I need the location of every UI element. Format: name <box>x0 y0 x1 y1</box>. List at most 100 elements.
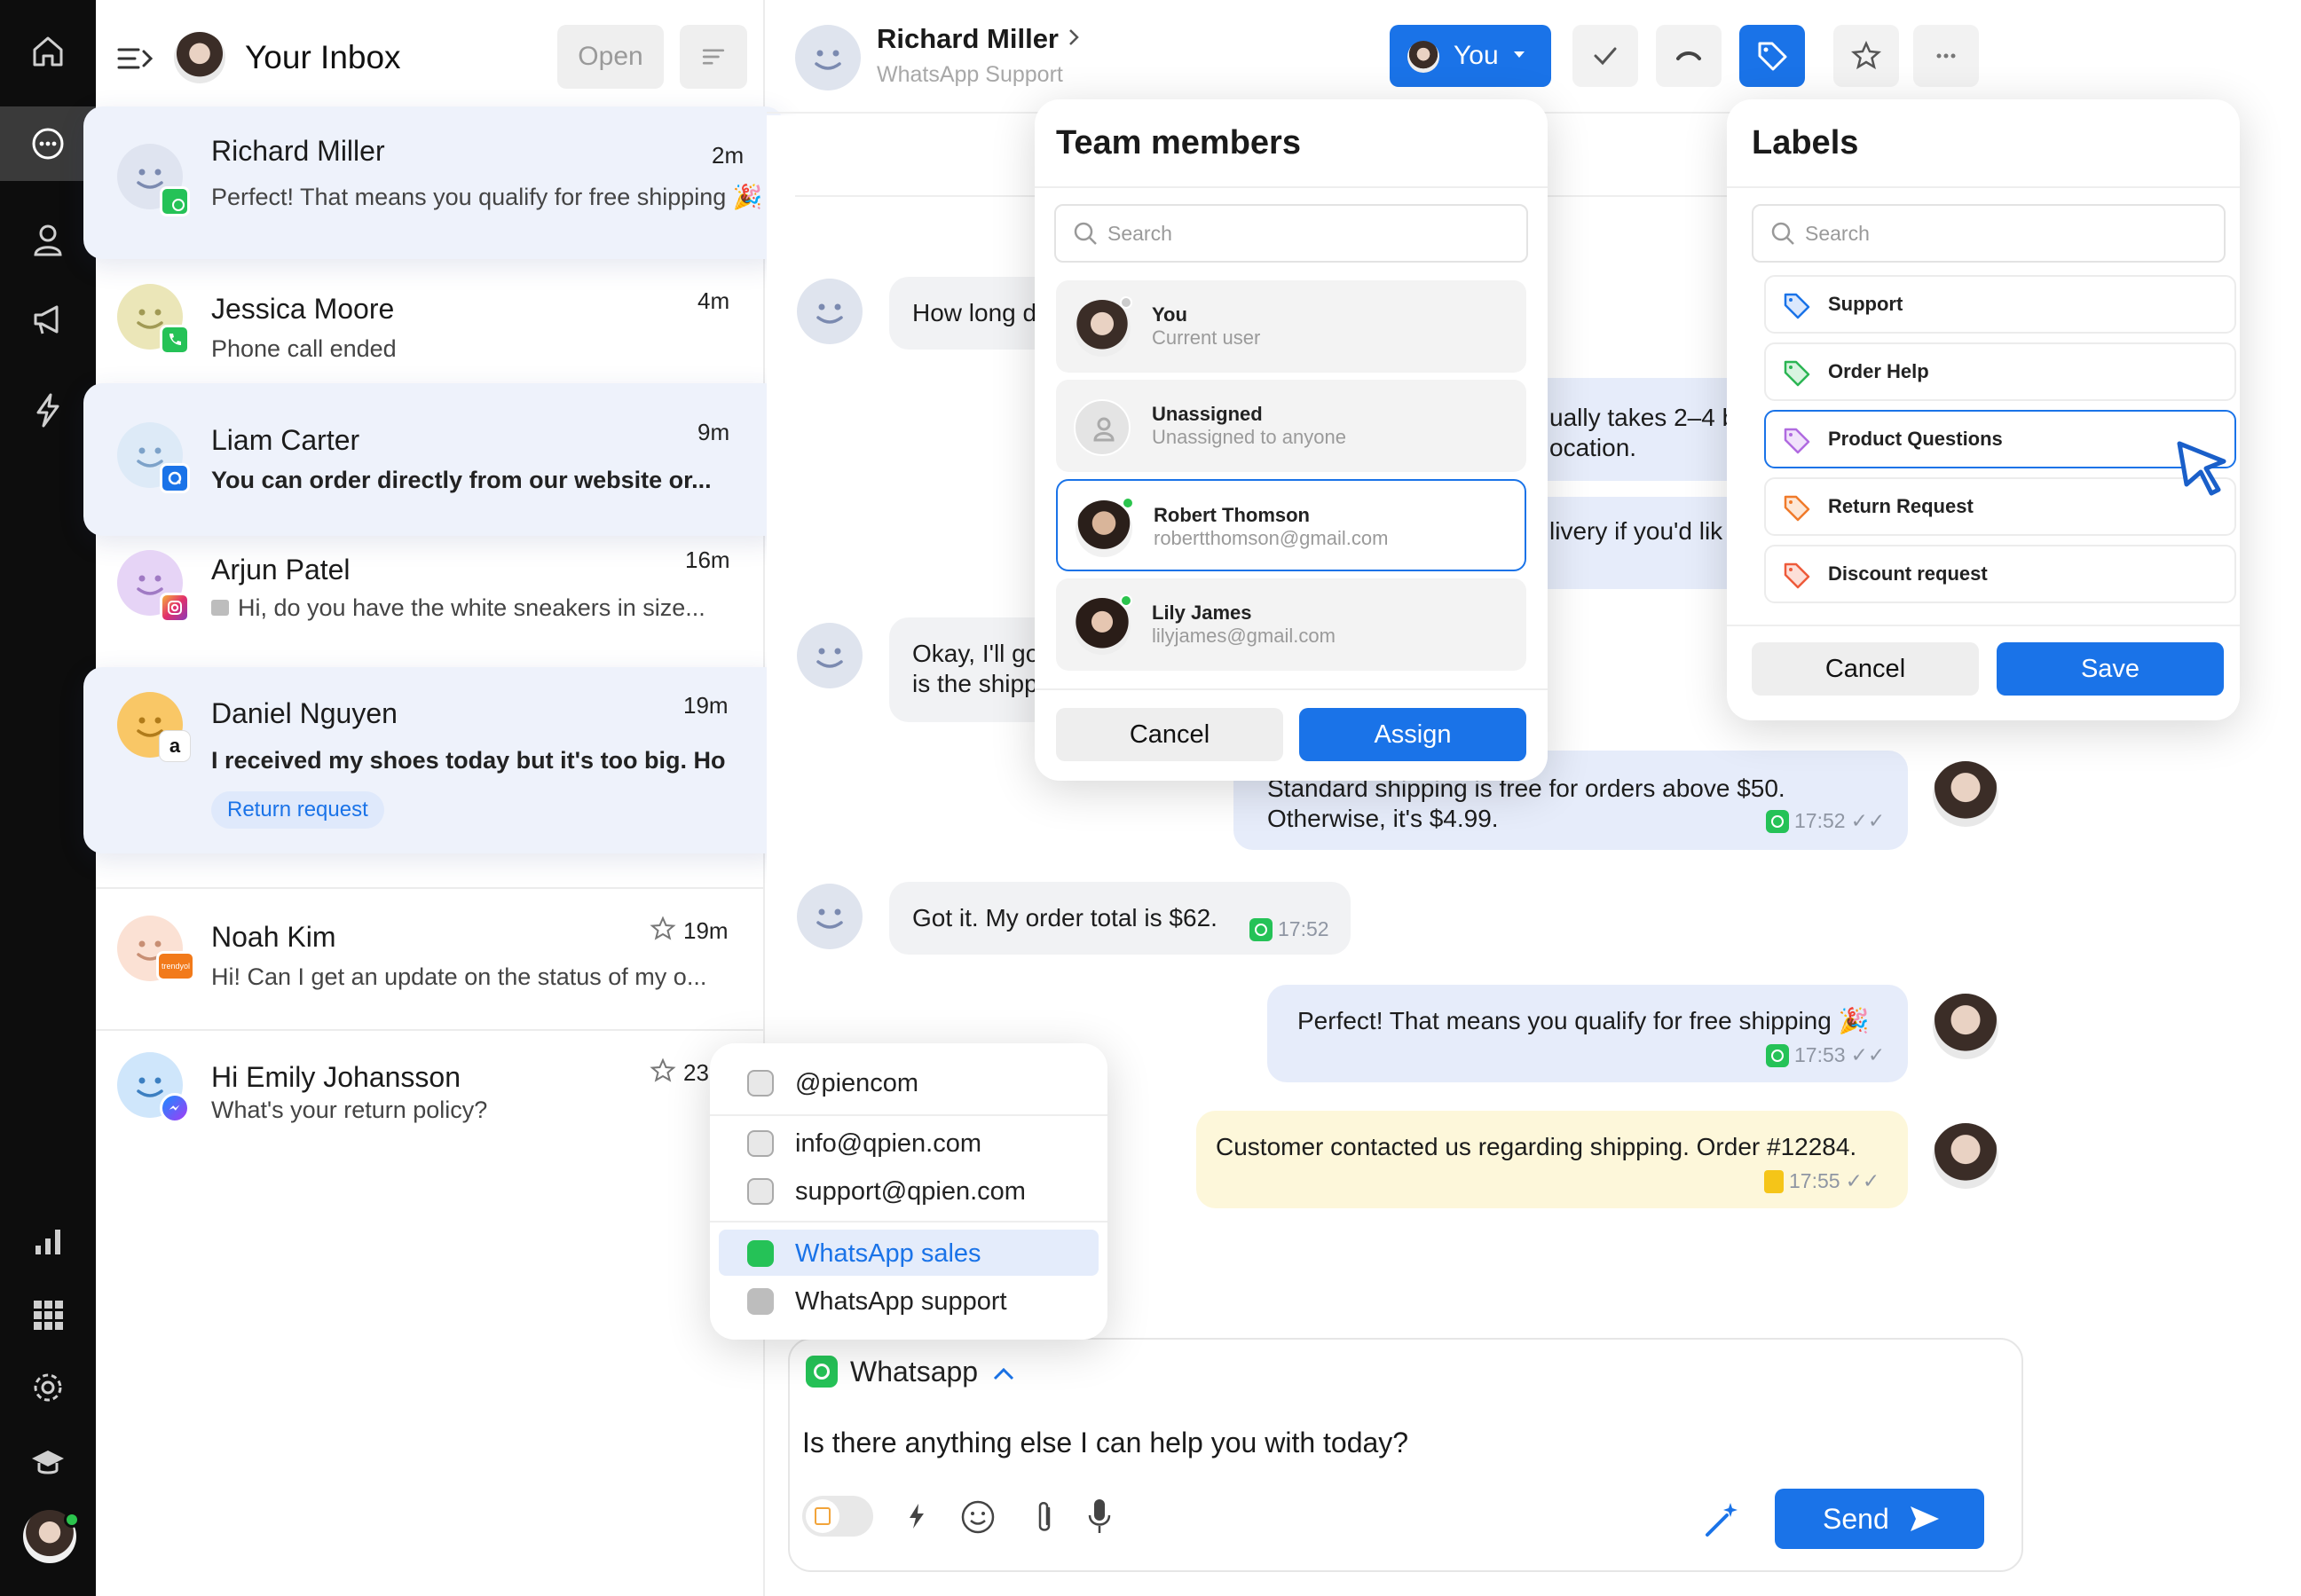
popup-title: Labels <box>1752 124 1859 161</box>
message-meta: 17:55 ✓✓ <box>1764 1169 1879 1193</box>
label-option-product-questions[interactable]: Product Questions <box>1764 410 2236 468</box>
message-bubble-agent: Perfect! That means you qualify for free… <box>1267 985 1908 1082</box>
member-option[interactable]: Lily James lilyjames@gmail.com <box>1056 578 1526 671</box>
member-avatar <box>1074 598 1131 655</box>
online-status-dot <box>1122 497 1134 509</box>
composer-text-input[interactable]: Is there anything else I can help you wi… <box>802 1427 1408 1459</box>
divider <box>1727 625 2240 626</box>
member-option[interactable]: You Current user <box>1056 280 1526 373</box>
automation-bolt-icon[interactable] <box>0 373 96 447</box>
note-icon <box>815 1507 831 1525</box>
sort-button[interactable] <box>680 25 747 89</box>
internal-note-bubble: Customer contacted us regarding shipping… <box>1196 1111 1908 1208</box>
contact-name: Arjun Patel <box>211 554 351 586</box>
channel-option-email[interactable]: info@qpien.com <box>726 1121 1099 1166</box>
home-icon[interactable] <box>0 14 96 89</box>
save-button[interactable]: Save <box>1997 642 2224 696</box>
more-options-button[interactable] <box>1913 25 1979 87</box>
contacts-icon[interactable] <box>0 202 96 277</box>
whatsapp-icon <box>747 1288 774 1315</box>
contact-avatar <box>795 25 861 90</box>
send-button[interactable]: Send <box>1775 1489 1984 1549</box>
message-meta: 17:53 ✓✓ <box>1766 1043 1885 1067</box>
member-name: Robert Thomson <box>1154 504 1310 526</box>
channel-option-instagram[interactable]: @piencom <box>726 1061 1099 1105</box>
divider <box>96 887 765 889</box>
channel-option-whatsapp-sales[interactable]: WhatsApp sales <box>726 1231 1099 1276</box>
chevron-right-icon[interactable] <box>1063 27 1084 48</box>
tag-icon <box>1784 562 1810 589</box>
message-bubble-agent: ually takes 2–4 b ocation. <box>1526 378 1748 481</box>
last-message-preview: You can order directly from our website … <box>211 467 712 493</box>
conversation-item-liam-carter[interactable] <box>83 383 784 536</box>
channel-subtitle: WhatsApp Support <box>877 62 1063 87</box>
livechat-icon <box>160 463 190 493</box>
ai-magic-wand-icon[interactable] <box>1700 1498 1745 1542</box>
label-option-order-help[interactable]: Order Help <box>1764 342 2236 401</box>
megaphone-icon[interactable] <box>0 282 96 357</box>
composer-channel-selector[interactable]: Whatsapp <box>850 1356 978 1388</box>
inbox-chat-icon[interactable] <box>0 106 96 181</box>
star-icon[interactable] <box>650 1057 676 1084</box>
member-option[interactable]: Unassigned Unassigned to anyone <box>1056 380 1526 472</box>
status-filter-button[interactable]: Open <box>557 25 664 89</box>
mouse-cursor-icon <box>2176 440 2229 497</box>
microphone-icon[interactable] <box>1084 1496 1115 1537</box>
star-icon[interactable] <box>650 916 676 942</box>
search-icon <box>1072 220 1099 247</box>
contact-name: Hi Emily Johansson <box>211 1061 461 1093</box>
attachment-icon[interactable] <box>1029 1498 1060 1537</box>
message-bubble-customer: Okay, I'll go is the shipp <box>889 617 1058 722</box>
conversation-tag[interactable]: Return request <box>211 791 384 829</box>
labels-button[interactable] <box>1739 25 1805 87</box>
member-avatar <box>1074 300 1131 357</box>
chevron-up-icon[interactable] <box>990 1363 1017 1384</box>
apps-grid-icon[interactable] <box>0 1278 96 1352</box>
settings-gear-icon[interactable] <box>0 1350 96 1425</box>
cancel-button[interactable]: Cancel <box>1056 708 1283 761</box>
email-icon <box>747 1178 774 1205</box>
search-icon <box>1769 220 1796 247</box>
label-option-support[interactable]: Support <box>1764 275 2236 334</box>
academy-cap-icon[interactable] <box>0 1425 96 1499</box>
agent-avatar <box>1933 1123 1998 1189</box>
trendyol-icon: trendyol <box>156 951 195 981</box>
popup-title: Team members <box>1056 124 1301 161</box>
contact-name-heading[interactable]: Richard Miller <box>877 23 1059 55</box>
member-subtitle: Current user <box>1152 326 1261 349</box>
divider <box>1035 186 1548 188</box>
favorite-button[interactable] <box>1833 25 1899 87</box>
note-icon <box>1764 1169 1784 1193</box>
nav-rail <box>0 0 96 1596</box>
last-message-preview: Perfect! That means you qualify for free… <box>211 184 761 210</box>
collapse-menu-icon[interactable] <box>115 39 154 78</box>
assign-button[interactable]: Assign <box>1299 708 1526 761</box>
emoji-icon[interactable] <box>960 1499 996 1535</box>
whatsapp-icon <box>747 1240 774 1267</box>
note-toggle[interactable] <box>802 1496 873 1537</box>
contact-name: Daniel Nguyen <box>211 697 398 729</box>
assignee-button[interactable]: You <box>1390 25 1551 87</box>
resolve-check-button[interactable] <box>1572 25 1638 87</box>
quick-reply-bolt-icon[interactable] <box>902 1501 932 1531</box>
member-option-selected[interactable]: Robert Thomson robertthomson@gmail.com <box>1056 479 1526 571</box>
whatsapp-icon <box>806 1356 838 1388</box>
tag-icon <box>1784 428 1810 454</box>
end-call-button[interactable] <box>1656 25 1722 87</box>
label-option-return-request[interactable]: Return Request <box>1764 477 2236 536</box>
member-search-input[interactable]: Search <box>1054 204 1528 263</box>
channel-option-email[interactable]: support@qpien.com <box>726 1169 1099 1214</box>
whatsapp-icon <box>160 186 190 216</box>
label-search-input[interactable]: Search <box>1752 204 2226 263</box>
read-receipt-icon: ✓✓ <box>1845 1169 1880 1192</box>
cancel-button[interactable]: Cancel <box>1752 642 1979 696</box>
channel-option-whatsapp-support[interactable]: WhatsApp support <box>726 1279 1099 1324</box>
read-receipt-icon: ✓✓ <box>1850 1043 1886 1066</box>
member-name: You <box>1152 303 1187 326</box>
message-text: ocation. <box>1549 434 1637 461</box>
agent-avatar <box>1933 994 1998 1059</box>
label-option-discount-request[interactable]: Discount request <box>1764 545 2236 603</box>
message-time: 17:55 <box>1789 1169 1840 1192</box>
message-meta: 17:52 <box>1249 917 1329 941</box>
reports-bar-icon[interactable] <box>0 1205 96 1279</box>
